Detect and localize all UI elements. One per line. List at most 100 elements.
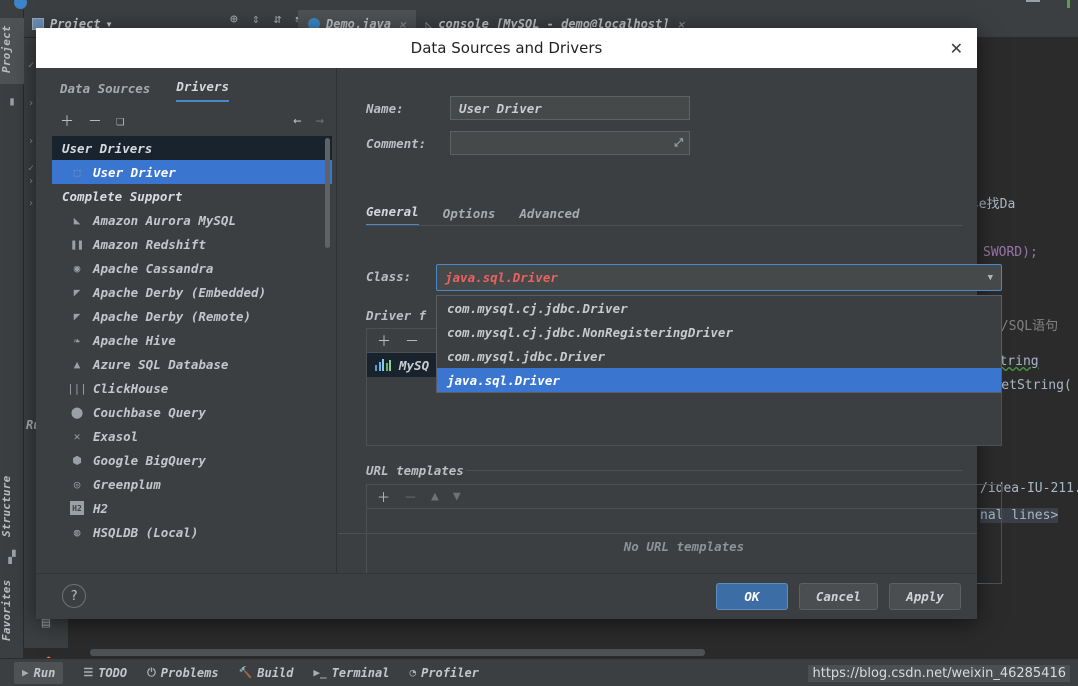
tab-drivers[interactable]: Drivers [176,79,229,102]
button-label: OK [744,589,760,604]
driver-item-apache-derby-remote[interactable]: ◤ Apache Derby (Remote) [52,304,332,328]
driver-item-google-bigquery[interactable]: ⬢ Google BigQuery [52,448,332,472]
option-label: java.sql.Driver [447,372,560,388]
close-icon[interactable]: ✕ [950,39,963,58]
driver-item-h2[interactable]: H2 H2 [52,496,332,520]
driver-label: Apache Derby (Embedded) [93,284,267,300]
footer-divider [338,533,977,534]
option-label: com.mysql.cj.jdbc.NonRegisteringDriver [447,324,733,340]
rail-button-structure[interactable]: Structure [0,465,24,547]
driver-item-amazon-aurora-mysql[interactable]: ◣ Amazon Aurora MySQL [52,208,332,232]
plus-icon[interactable]: ＋ [60,111,74,131]
driver-label: Couchbase Query [93,404,206,420]
cancel-button[interactable]: Cancel [798,583,878,610]
dialog-splitter[interactable] [336,68,337,573]
empty-text: No URL templates [623,538,745,554]
comment-input[interactable]: ⤢ [450,131,690,155]
horizontal-scrollbar[interactable] [90,649,705,656]
greenplum-icon: ◎ [73,477,81,491]
driver-item-amazon-redshift[interactable]: ❚❚ Amazon Redshift [52,232,332,256]
status-item-run[interactable]: ▶ Run [14,661,64,684]
class-dropdown-popup[interactable]: com.mysql.cj.jdbc.Driver com.mysql.cj.jd… [436,295,1002,393]
button-label: Apply [906,589,944,604]
section-divider [466,470,963,471]
help-button[interactable]: ? [62,584,86,608]
plus-icon[interactable]: ＋ [377,331,391,351]
driver-list[interactable]: User Drivers ⬚ User Driver Complete Supp… [52,136,332,558]
driver-file-label: MySQ [399,357,430,373]
driver-label: User Driver [93,164,176,180]
driver-item-couchbase-query[interactable]: ⬤ Couchbase Query [52,400,332,424]
minus-icon[interactable]: － [88,111,102,131]
dialog-title: Data Sources and Drivers [410,39,603,57]
terminal-icon: ▶_ [313,666,327,679]
locate-icon[interactable]: ⊕ [230,12,238,27]
azure-icon: ▲ [73,357,81,371]
tab-general[interactable]: General [366,204,419,226]
driver-label: Google BigQuery [93,452,206,468]
name-input[interactable]: User Driver [450,96,690,120]
status-item-todo[interactable]: ☰ TODO [83,666,127,680]
aurora-icon: ◣ [73,213,81,227]
tab-options[interactable]: Options [443,206,496,226]
class-combobox[interactable]: java.sql.Driver ▼ [436,264,1002,291]
group-header-user-drivers: User Drivers [52,136,332,160]
driver-item-hsqldb-local[interactable]: ◍ HSQLDB (Local) [52,520,332,544]
option-label: com.mysql.cj.jdbc.Driver [447,300,628,316]
dialog-body: Data Sources Drivers ＋ － ❏ ← → User Driv… [36,68,1002,584]
url-templates-label: URL templates [366,463,464,478]
detail-tab-strip: General Options Advanced [366,200,580,226]
driver-label: H2 [93,500,109,516]
copy-icon[interactable]: ❏ [116,113,124,129]
driver-item-exasol[interactable]: ✕ Exasol [52,424,332,448]
driver-item-clickhouse[interactable]: ||| ClickHouse [52,376,332,400]
tab-label: Options [442,206,496,221]
driver-label: Apache Cassandra [93,260,214,276]
driver-label: Exasol [93,428,139,444]
driver-item-apache-cassandra[interactable]: ◉ Apache Cassandra [52,256,332,280]
dropdown-option[interactable]: com.mysql.cj.jdbc.Driver [437,296,1001,320]
status-item-profiler[interactable]: ◔ Profiler [409,666,478,680]
driver-label: Apache Derby (Remote) [93,308,252,324]
expand-icon[interactable]: ⤢ [674,136,683,150]
ok-button[interactable]: OK [715,583,788,610]
status-label: Terminal [331,665,390,680]
driver-item-greenplum[interactable]: ◎ Greenplum [52,472,332,496]
back-arrow-icon[interactable]: ← [293,113,301,129]
rail-button-project[interactable]: Project [0,18,24,84]
dropdown-option-selected[interactable]: java.sql.Driver [437,368,1001,392]
plus-icon[interactable]: ＋ [377,487,390,506]
tab-advanced[interactable]: Advanced [519,206,579,226]
h2-icon: H2 [70,501,84,515]
driver-list-scrollbar[interactable] [325,138,330,248]
url-templates-toolbar: ＋ － ▲ ▼ [366,484,1002,508]
driver-item-azure-sql-database[interactable]: ▲ Azure SQL Database [52,352,332,376]
status-item-terminal[interactable]: ▶_ Terminal [313,666,389,680]
driver-item-apache-hive[interactable]: ❧ Apache Hive [52,328,332,352]
apply-button[interactable]: Apply [889,583,961,610]
name-field-row: Name: User Driver [366,96,690,120]
tab-data-sources[interactable]: Data Sources [60,81,150,102]
minimize-icon[interactable] [1026,0,1040,2]
dropdown-option[interactable]: com.mysql.jdbc.Driver [437,344,1001,368]
expand-all-icon[interactable]: ⇕ [252,12,260,27]
minus-icon[interactable]: － [405,331,419,351]
redshift-icon: ❚❚ [70,237,84,251]
driver-label: Amazon Aurora MySQL [93,212,236,228]
rail-button-favorites[interactable]: Favorites [0,570,24,650]
driver-item-apache-derby-embedded[interactable]: ◤ Apache Derby (Embedded) [52,280,332,304]
chevron-down-icon[interactable]: ▼ [988,273,993,283]
status-item-build[interactable]: 🔨 Build [239,666,294,680]
driver-item-user-driver[interactable]: ⬚ User Driver [52,160,332,184]
problems-icon: ⏻ [147,665,156,679]
dropdown-option[interactable]: com.mysql.cj.jdbc.NonRegisteringDriver [437,320,1001,344]
name-label: Name: [366,100,404,116]
driver-files-label: Driver f [366,308,427,323]
dialog-left-pane: Data Sources Drivers ＋ － ❏ ← → User Driv… [44,68,332,573]
status-label: Problems [160,665,219,680]
collapse-all-icon[interactable]: ⇵ [274,12,282,27]
driver-label: HSQLDB (Local) [93,524,199,540]
code-fragment: SWORD); [983,245,1038,260]
left-tool-rail: Project ▮ Structure ▞ Favorites ★ [0,10,24,686]
status-item-problems[interactable]: ⏻ Problems [147,666,219,680]
